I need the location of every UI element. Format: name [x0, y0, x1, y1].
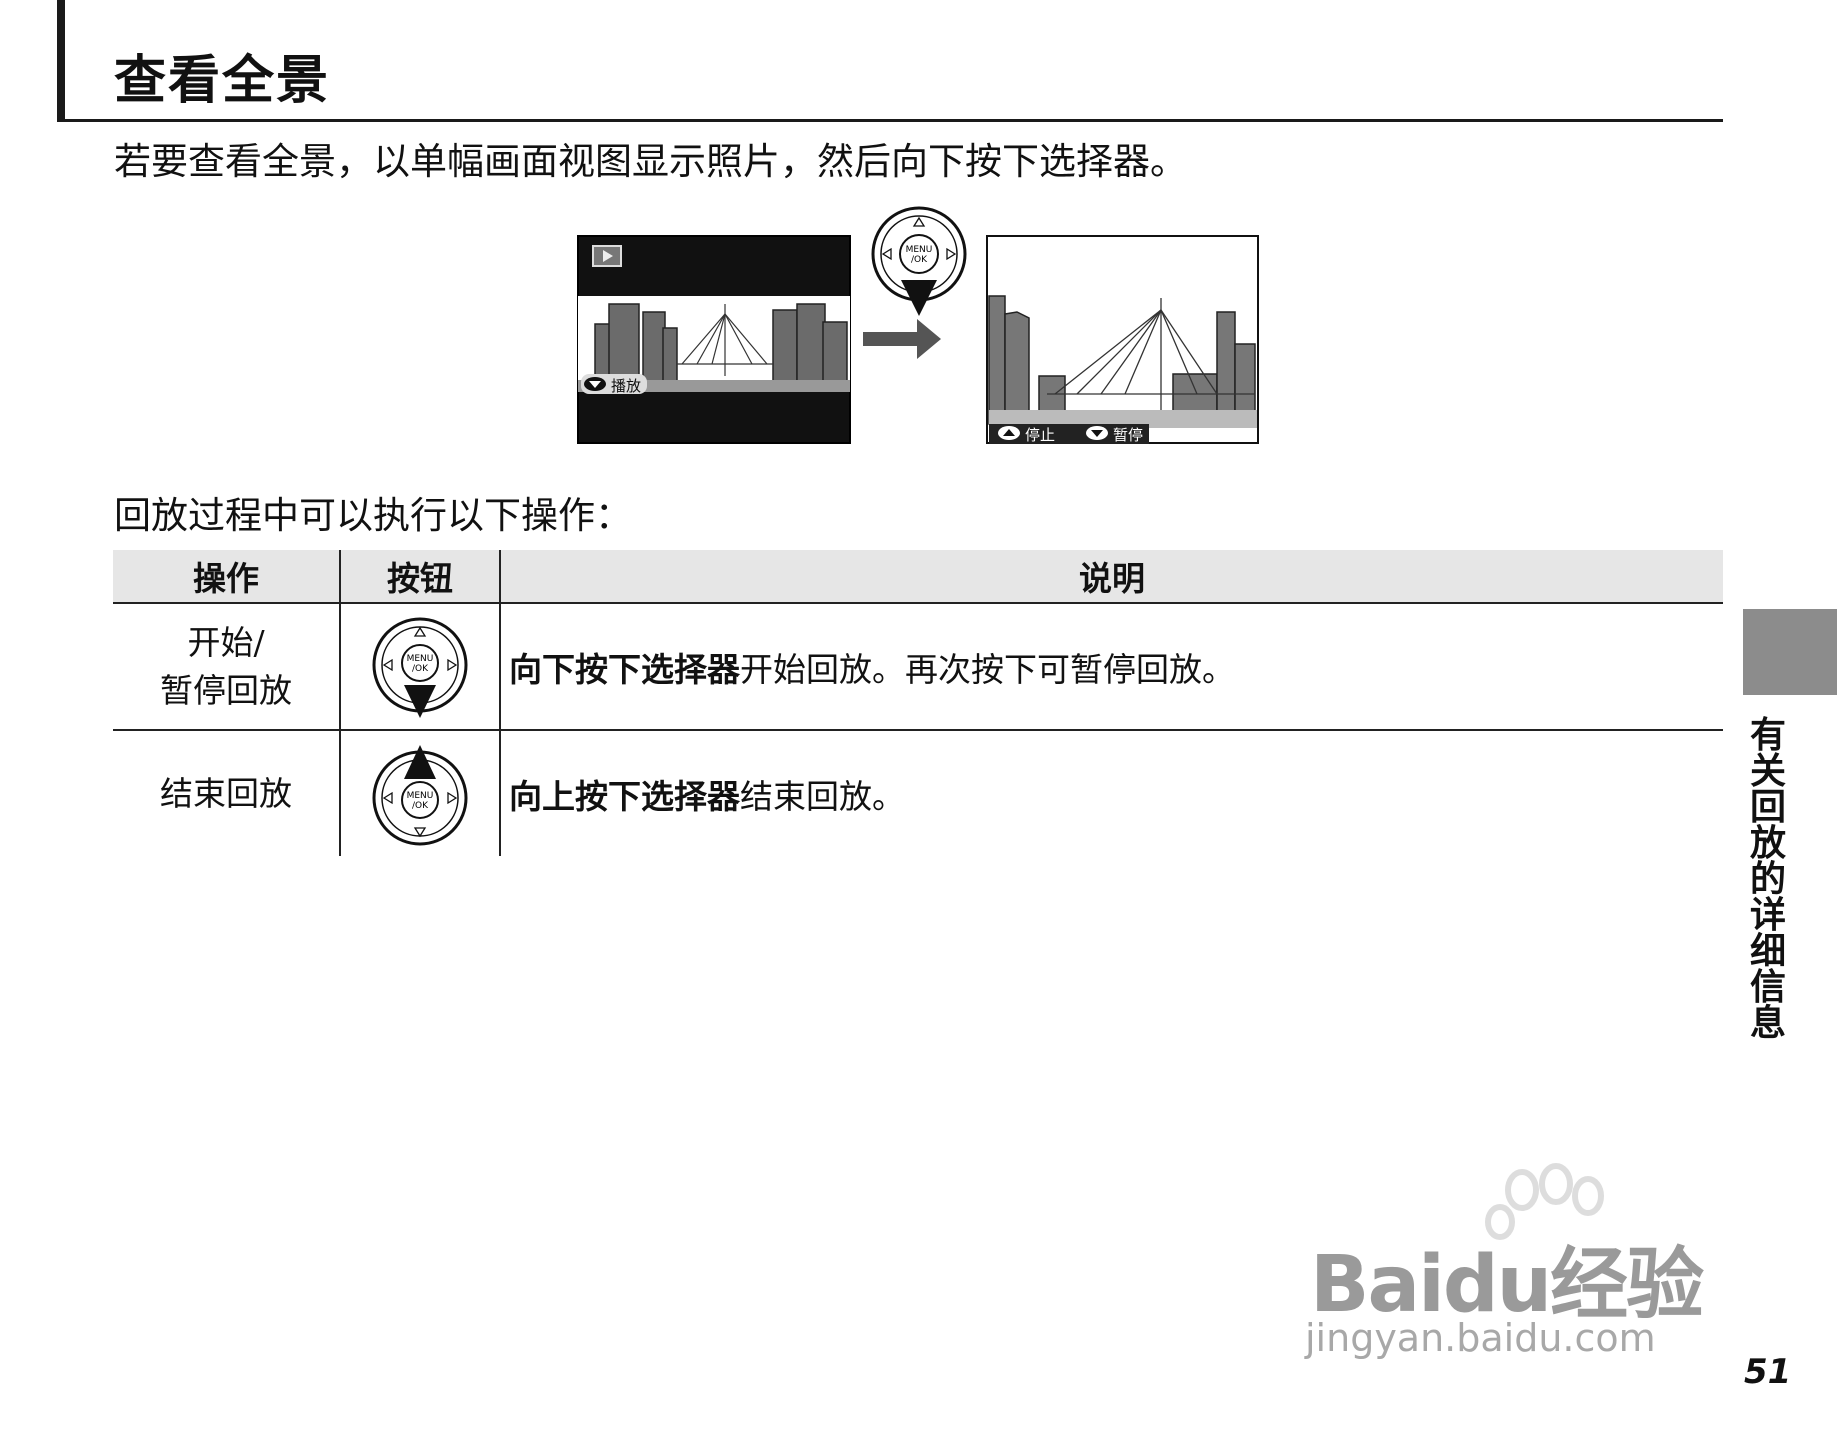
panorama-illustration: 播放 MENU /OK 停止 暂停: [577, 206, 1259, 444]
operation-label: 结束回放: [160, 773, 292, 813]
description-bold: 向下按下选择器: [509, 649, 740, 689]
selector-down-icon: MENU /OK: [372, 617, 468, 718]
down-arrow-icon: [584, 377, 606, 391]
menu-ok-label: MENU: [906, 245, 933, 255]
header-button: 按钮: [339, 550, 500, 603]
operation-label: 开始/: [187, 622, 265, 662]
heading-accent-bar: [57, 0, 65, 122]
page-number: 51: [1744, 1352, 1792, 1392]
description-text: 结束回放。: [740, 776, 905, 816]
description-bold: 向上按下选择器: [509, 776, 740, 816]
menu-ok-label-2: /OK: [412, 801, 429, 811]
chapter-tab: [1743, 609, 1837, 695]
title-rule: [57, 119, 1723, 122]
lead-text: 回放过程中可以执行以下操作：: [114, 494, 632, 537]
watermark-url: jingyan.baidu.com: [1305, 1316, 1656, 1360]
table-header-row: 操作 按钮 说明: [113, 550, 1723, 603]
down-arrow-icon: [1086, 426, 1108, 440]
table-row: 结束回放 MENU /OK 向上按下选择器结束回放。: [113, 730, 1723, 856]
description-cell: 向下按下选择器开始回放。再次按下可暂停回放。: [499, 603, 1723, 730]
description-cell: 向上按下选择器结束回放。: [499, 730, 1723, 856]
hint-stop-label: 停止: [1025, 426, 1055, 444]
selector-icon: MENU /OK: [871, 206, 967, 316]
description-text: 开始回放。再次按下可暂停回放。: [740, 649, 1235, 689]
operations-table: 操作 按钮 说明 开始/ 暂停回放 MENU /OK 向下按下选择器开始回放。再…: [113, 550, 1723, 856]
menu-ok-label: MENU: [407, 791, 434, 801]
operation-label: 暂停回放: [160, 670, 292, 710]
page-title: 查看全景: [114, 51, 331, 111]
menu-ok-label-2: /OK: [911, 255, 928, 265]
chapter-label: 有关回放的详细信息: [1750, 715, 1787, 1044]
table-row: 开始/ 暂停回放 MENU /OK 向下按下选择器开始回放。再次按下可暂停回放。: [113, 603, 1723, 730]
right-arrow-icon: [863, 319, 941, 359]
operation-cell: 开始/ 暂停回放: [113, 603, 340, 730]
up-arrow-icon: [998, 426, 1020, 440]
header-description: 说明: [499, 550, 1723, 603]
header-operation: 操作: [113, 550, 340, 603]
menu-ok-label-2: /OK: [412, 664, 429, 674]
hint-pause-label: 暂停: [1113, 426, 1143, 444]
button-cell: MENU /OK: [339, 730, 500, 856]
intro-text: 若要查看全景，以单幅画面视图显示照片，然后向下按下选择器。: [114, 140, 1187, 183]
single-frame-screen: 播放: [577, 235, 851, 444]
menu-ok-label: MENU: [407, 654, 434, 664]
panorama-playback-screen: 停止 暂停: [986, 235, 1259, 444]
hint-play-label: 播放: [611, 377, 641, 395]
operation-cell: 结束回放: [113, 730, 340, 856]
button-cell: MENU /OK: [339, 603, 500, 730]
playback-icon: [592, 245, 622, 267]
selector-up-icon: MENU /OK: [372, 744, 468, 845]
